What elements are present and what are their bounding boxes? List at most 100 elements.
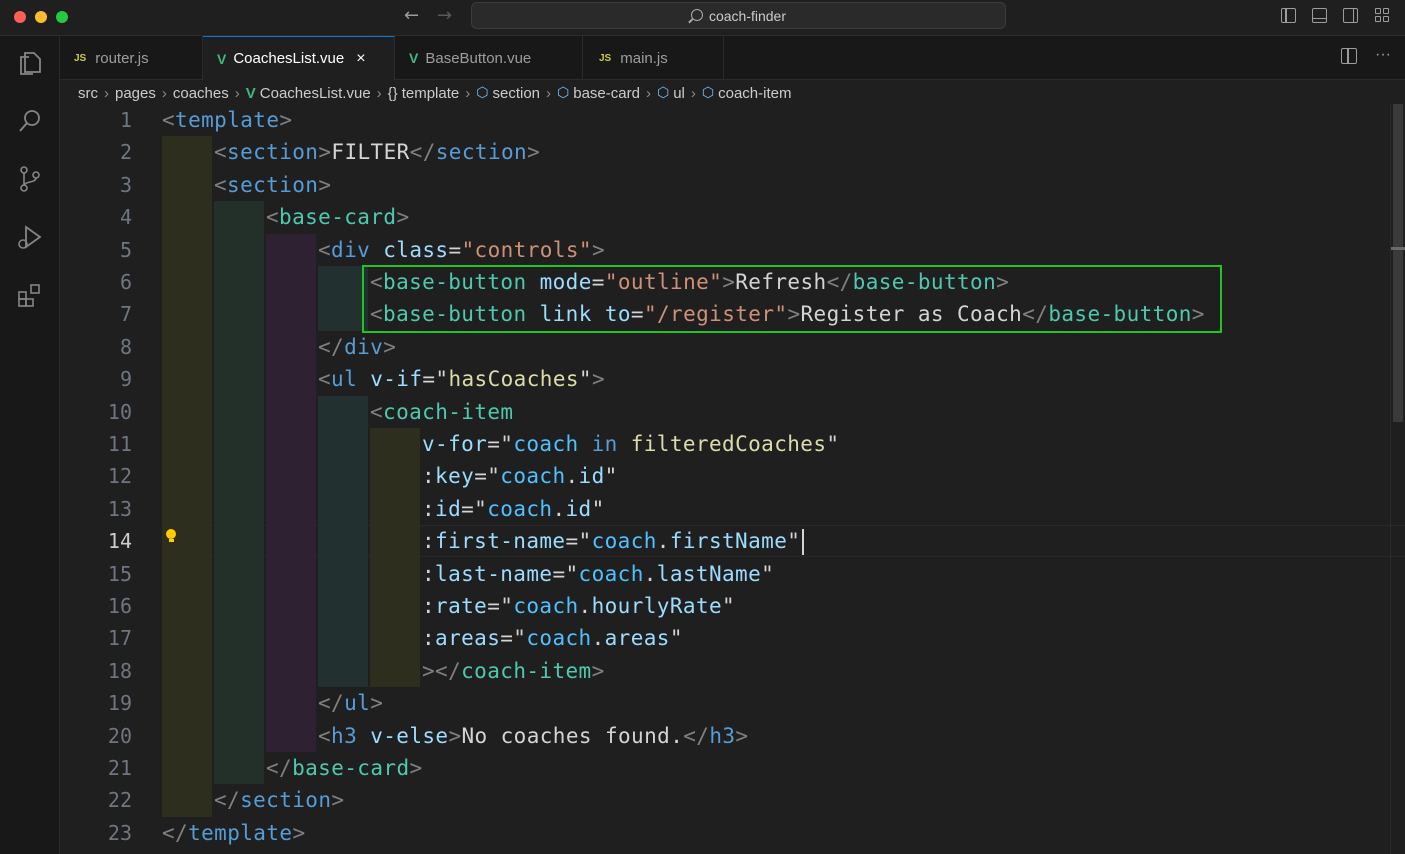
code-line[interactable]: :areas="coach.areas"	[422, 622, 683, 654]
code-line[interactable]: <div class="controls">	[318, 234, 605, 266]
code-token: section	[227, 172, 319, 197]
code-token: No coaches found.	[461, 723, 684, 748]
code-line[interactable]: <coach-item	[370, 396, 513, 428]
code-line[interactable]: <base-button mode="outline">Refresh</bas…	[370, 266, 1009, 298]
code-line[interactable]: <h3 v-else>No coaches found.</h3>	[318, 720, 748, 752]
search-icon[interactable]	[15, 106, 45, 136]
breadcrumb-item[interactable]: template	[402, 85, 460, 102]
code-line[interactable]: <template>	[162, 104, 292, 136]
code-line[interactable]: :rate="coach.hourlyRate"	[422, 590, 735, 622]
braces-icon: {}	[387, 84, 398, 102]
run-debug-icon[interactable]	[15, 222, 45, 252]
breadcrumb-item[interactable]: CoachesList.vue	[260, 85, 371, 102]
code-token: =	[422, 367, 436, 392]
code-line[interactable]: v-for="coach in filteredCoaches"	[422, 428, 839, 460]
breadcrumb-item[interactable]: coaches	[173, 85, 229, 102]
tab-router-js[interactable]: JS router.js	[60, 36, 203, 80]
search-icon	[690, 8, 703, 21]
code-line[interactable]: :first-name="coach.firstName"	[422, 525, 805, 557]
code-line[interactable]: <base-button link to="/register">Registe…	[370, 298, 1205, 330]
vue-file-icon: V	[409, 50, 419, 66]
code-line[interactable]: </base-card>	[266, 752, 423, 784]
code-token: key	[435, 464, 475, 489]
code-token: =	[448, 237, 462, 262]
customize-layout-icon[interactable]	[1375, 8, 1390, 23]
code-line[interactable]: <section>FILTER</section>	[214, 136, 540, 168]
code-line[interactable]: </section>	[214, 784, 344, 816]
code-token: section	[240, 788, 332, 813]
indent-guide	[370, 428, 420, 688]
scrollbar-thumb[interactable]	[1393, 104, 1403, 422]
code-token: >	[591, 367, 605, 392]
extensions-icon[interactable]	[15, 280, 45, 310]
code-token: >	[591, 658, 605, 683]
forward-arrow-icon[interactable]: →	[437, 5, 452, 26]
tab-label: BaseButton.vue	[425, 49, 532, 67]
line-number: 21	[107, 756, 132, 780]
code-token: .	[591, 626, 605, 651]
source-control-icon[interactable]	[15, 164, 45, 194]
tab-main-js[interactable]: JS main.js	[583, 36, 724, 80]
breadcrumb-item[interactable]: section	[492, 85, 540, 102]
line-number: 18	[107, 658, 132, 683]
command-center-search[interactable]: coach-finder	[471, 2, 1006, 29]
code-token: "	[722, 594, 736, 618]
tab-coacheslist-vue[interactable]: V CoachesList.vue ×	[203, 36, 395, 80]
code-line[interactable]: </ul>	[318, 687, 383, 719]
code-line[interactable]: <base-card>	[266, 201, 409, 233]
back-arrow-icon[interactable]: ←	[404, 5, 419, 26]
code-editor[interactable]: 1 2 3 4 5 6 7 8 9 10 11 12 13 14 15 16 17 18 19 20 21 22 23 <t…	[60, 104, 1405, 854]
toggle-panel-icon[interactable]	[1312, 8, 1327, 23]
code-token: FILTER	[331, 140, 410, 165]
element-cube-icon: ⬡	[476, 85, 489, 101]
code-token: coach	[487, 496, 553, 521]
toggle-primary-sidebar-icon[interactable]	[1281, 8, 1296, 23]
more-actions-icon[interactable]: ···	[1375, 47, 1391, 64]
code-token: "/register"	[643, 302, 788, 327]
code-token: :	[422, 626, 436, 651]
breadcrumb-item[interactable]: coach-item	[718, 85, 791, 102]
breadcrumb-item[interactable]: src	[78, 85, 98, 102]
code-token: coach	[513, 594, 579, 618]
code-token: base-button	[383, 270, 527, 294]
code-token: ="	[487, 594, 514, 618]
code-token: hourlyRate	[591, 594, 723, 618]
line-number: 2	[119, 140, 132, 165]
breadcrumb-item[interactable]: pages	[115, 85, 156, 102]
code-token: base-card	[279, 205, 397, 230]
window-close-button[interactable]	[14, 11, 26, 23]
vertical-scrollbar[interactable]	[1390, 104, 1405, 854]
code-token: id	[565, 496, 592, 521]
lightbulb-icon[interactable]	[166, 529, 176, 542]
code-token: class	[383, 237, 449, 262]
split-editor-icon[interactable]	[1341, 48, 1358, 64]
tab-basebutton-vue[interactable]: V BaseButton.vue	[395, 36, 583, 80]
code-token: "	[761, 561, 775, 586]
code-token: "outline"	[604, 270, 723, 294]
close-tab-icon[interactable]: ×	[356, 50, 365, 68]
code-line[interactable]: :key="coach.id"	[422, 460, 618, 492]
code-token: coach	[591, 529, 657, 554]
code-line[interactable]: <section>	[214, 169, 331, 201]
vue-file-icon: V	[245, 84, 256, 102]
code-line[interactable]: :id="coach.id"	[422, 493, 605, 525]
toggle-secondary-sidebar-icon[interactable]	[1343, 8, 1358, 23]
window-minimize-button[interactable]	[35, 11, 47, 23]
code-line[interactable]: </template>	[162, 817, 306, 849]
tab-label: main.js	[620, 49, 668, 67]
code-token: >	[527, 140, 541, 165]
code-line[interactable]: <ul v-if="hasCoaches">	[318, 363, 605, 395]
explorer-icon[interactable]	[15, 48, 45, 78]
breadcrumb-item[interactable]: ul	[673, 85, 685, 102]
code-line[interactable]: </div>	[318, 331, 396, 363]
code-token: link	[539, 302, 592, 327]
window-maximize-button[interactable]	[56, 11, 68, 23]
code-token: </	[266, 756, 293, 780]
code-line[interactable]: ></coach-item>	[422, 655, 605, 687]
code-line[interactable]: :last-name="coach.lastName"	[422, 558, 774, 590]
code-token: <	[214, 140, 228, 165]
code-token: =	[591, 270, 605, 294]
breadcrumb-item[interactable]: base-card	[573, 85, 640, 102]
code-token: ="	[487, 432, 514, 456]
